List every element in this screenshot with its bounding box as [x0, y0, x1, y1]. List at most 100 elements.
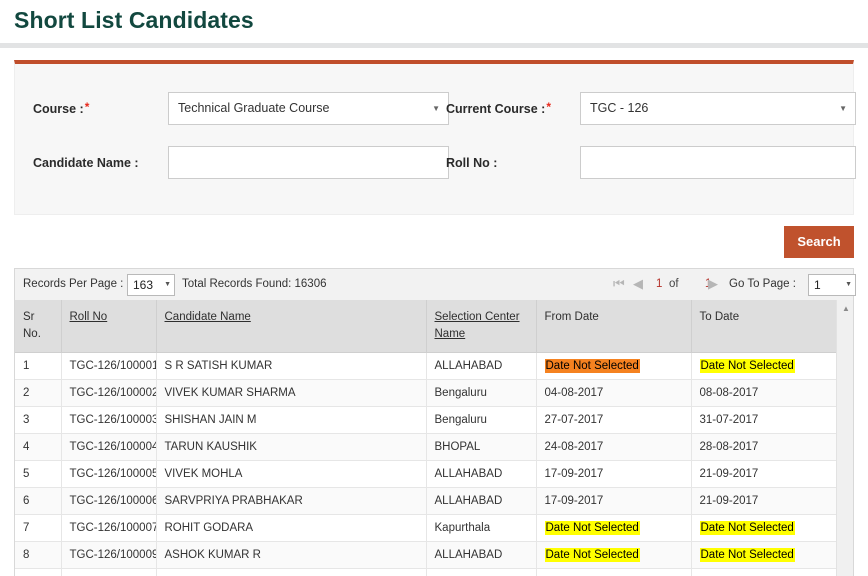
cell-sr-no: 5	[15, 460, 62, 488]
cell-candidate-name: VIVEK KUMAR SHARMA	[156, 379, 427, 407]
cell-candidate-name: S R SATISH KUMAR	[156, 352, 427, 380]
required-asterisk: *	[84, 100, 90, 114]
cell-from-date: Date Not Selected	[536, 352, 692, 380]
cell-to-date: 28-08-2017	[691, 433, 838, 461]
candidate-name-input[interactable]	[168, 146, 449, 179]
header-sr-no-text: Sr No.	[23, 311, 41, 340]
cell-roll-no: TGC-126/100006	[61, 487, 157, 515]
previous-page-icon[interactable]: ◀	[633, 277, 643, 291]
cell-sr-no: 2	[15, 379, 62, 407]
table-row[interactable]	[15, 568, 838, 576]
cell-sr-no	[15, 568, 62, 576]
filter-row-course: Course :* Technical Graduate Course Curr…	[15, 86, 856, 140]
cell-from-date: 17-09-2017	[536, 460, 692, 488]
cell-roll-no: TGC-126/100001	[61, 352, 157, 380]
search-filter-panel: Course :* Technical Graduate Course Curr…	[14, 60, 856, 215]
go-to-page-label: Go To Page :	[729, 278, 796, 290]
current-page-number: 1	[656, 278, 663, 290]
cell-candidate-name: ASHOK KUMAR R	[156, 541, 427, 569]
header-roll-no[interactable]: Roll No	[61, 300, 157, 353]
cell-sr-no: 4	[15, 433, 62, 461]
cell-from-date: Date Not Selected	[536, 514, 692, 542]
required-asterisk: *	[546, 100, 551, 114]
cell-roll-no: TGC-126/100003	[61, 406, 157, 434]
header-to-date-text: To Date	[699, 311, 740, 323]
table-row[interactable]: 7 TGC-126/100007 ROHIT GODARA Kapurthala Dat…	[15, 514, 838, 542]
header-selection-center[interactable]: Selection Center Name	[426, 300, 537, 353]
header-selection-center-text: Selection Center Name	[434, 311, 520, 340]
cell-from-date: 17-09-2017	[536, 487, 692, 515]
date-not-selected-highlight: Date Not Selected	[699, 520, 795, 535]
records-per-page-value: 163	[133, 278, 154, 292]
cell-selection-center: ALLAHABAD	[426, 460, 537, 488]
cell-from-date: 24-08-2017	[536, 433, 692, 461]
table-row[interactable]: 3 TGC-126/100003 SHISHAN JAIN M Bengaluru 27…	[15, 406, 838, 434]
course-select[interactable]: Technical Graduate Course	[168, 92, 449, 125]
table-row[interactable]: 2 TGC-126/100002 VIVEK KUMAR SHARMA Bengalu…	[15, 379, 838, 407]
cell-roll-no: TGC-126/100009	[61, 541, 157, 569]
cell-candidate-name: VIVEK MOHLA	[156, 460, 427, 488]
cell-candidate-name: TARUN KAUSHIK	[156, 433, 427, 461]
records-per-page-select[interactable]: 163	[127, 274, 175, 296]
next-page-icon[interactable]: ▶	[708, 277, 718, 291]
candidates-table: Sr No. Roll No Candidate Name Selection …	[15, 300, 838, 576]
header-from-date: From Date	[536, 300, 692, 353]
cell-to-date: 21-09-2017	[691, 460, 838, 488]
course-select-value: Technical Graduate Course	[178, 101, 330, 115]
cell-to-date: Date Not Selected	[691, 514, 838, 542]
cell-selection-center: Bengaluru	[426, 406, 537, 434]
current-course-select-value: TGC - 126	[590, 101, 649, 115]
course-label-text: Course :	[33, 102, 84, 116]
cell-selection-center: ALLAHABAD	[426, 541, 537, 569]
cell-to-date	[691, 568, 838, 576]
scroll-up-icon[interactable]: ▲	[837, 302, 855, 316]
search-button[interactable]: Search	[784, 226, 854, 258]
cell-selection-center	[426, 568, 537, 576]
cell-to-date: Date Not Selected	[691, 541, 838, 569]
current-course-label-text: Current Course :	[446, 102, 546, 116]
cell-selection-center: ALLAHABAD	[426, 487, 537, 515]
cell-from-date: Date Not Selected	[536, 541, 692, 569]
course-label: Course :*	[33, 100, 90, 116]
first-page-icon[interactable]: ⏮	[613, 277, 625, 291]
roll-no-label: Roll No :	[446, 156, 498, 170]
date-not-selected-highlight: Date Not Selected	[544, 358, 640, 373]
date-not-selected-highlight: Date Not Selected	[699, 358, 795, 373]
cell-sr-no: 7	[15, 514, 62, 542]
roll-no-input[interactable]	[580, 146, 856, 179]
records-per-page-label: Records Per Page :	[23, 278, 124, 290]
cell-from-date	[536, 568, 692, 576]
cell-to-date: Date Not Selected	[691, 352, 838, 380]
cell-candidate-name: SHISHAN JAIN M	[156, 406, 427, 434]
table-head: Sr No. Roll No Candidate Name Selection …	[15, 300, 838, 353]
table-row[interactable]: 1 TGC-126/100001 S R SATISH KUMAR ALLAHABAD…	[15, 352, 838, 380]
cell-candidate-name	[156, 568, 427, 576]
cell-selection-center: BHOPAL	[426, 433, 537, 461]
current-course-select[interactable]: TGC - 126	[580, 92, 856, 125]
cell-sr-no: 3	[15, 406, 62, 434]
records-pagination-bar: Records Per Page : 163 Total Records Fou…	[14, 268, 856, 300]
cell-roll-no: TGC-126/100002	[61, 379, 157, 407]
table-row[interactable]: 6 TGC-126/100006 SARVPRIYA PRABHAKAR ALLAHA…	[15, 487, 838, 515]
cell-from-date: 27-07-2017	[536, 406, 692, 434]
table-row[interactable]: 5 TGC-126/100005 VIVEK MOHLA ALLAHABAD 17-09…	[15, 460, 838, 488]
cell-selection-center: Kapurthala	[426, 514, 537, 542]
cell-roll-no: TGC-126/100005	[61, 460, 157, 488]
cell-sr-no: 1	[15, 352, 62, 380]
candidate-name-label: Candidate Name :	[33, 156, 139, 170]
cell-candidate-name: SARVPRIYA PRABHAKAR	[156, 487, 427, 515]
header-from-date-text: From Date	[544, 311, 599, 323]
cell-sr-no: 8	[15, 541, 62, 569]
table-vertical-scrollbar[interactable]: ▲	[836, 300, 854, 576]
page-of-text: of	[669, 278, 679, 290]
table-row[interactable]: 8 TGC-126/100009 ASHOK KUMAR R ALLAHABAD Dat…	[15, 541, 838, 569]
current-course-label: Current Course :*	[446, 100, 551, 116]
table-row[interactable]: 4 TGC-126/100004 TARUN KAUSHIK BHOPAL 24-08-…	[15, 433, 838, 461]
go-to-page-select[interactable]: 1	[808, 274, 856, 296]
header-candidate-name[interactable]: Candidate Name	[156, 300, 427, 353]
cell-selection-center: ALLAHABAD	[426, 352, 537, 380]
date-not-selected-highlight: Date Not Selected	[544, 547, 640, 562]
cell-to-date: 08-08-2017	[691, 379, 838, 407]
cell-to-date: 31-07-2017	[691, 406, 838, 434]
cell-selection-center: Bengaluru	[426, 379, 537, 407]
